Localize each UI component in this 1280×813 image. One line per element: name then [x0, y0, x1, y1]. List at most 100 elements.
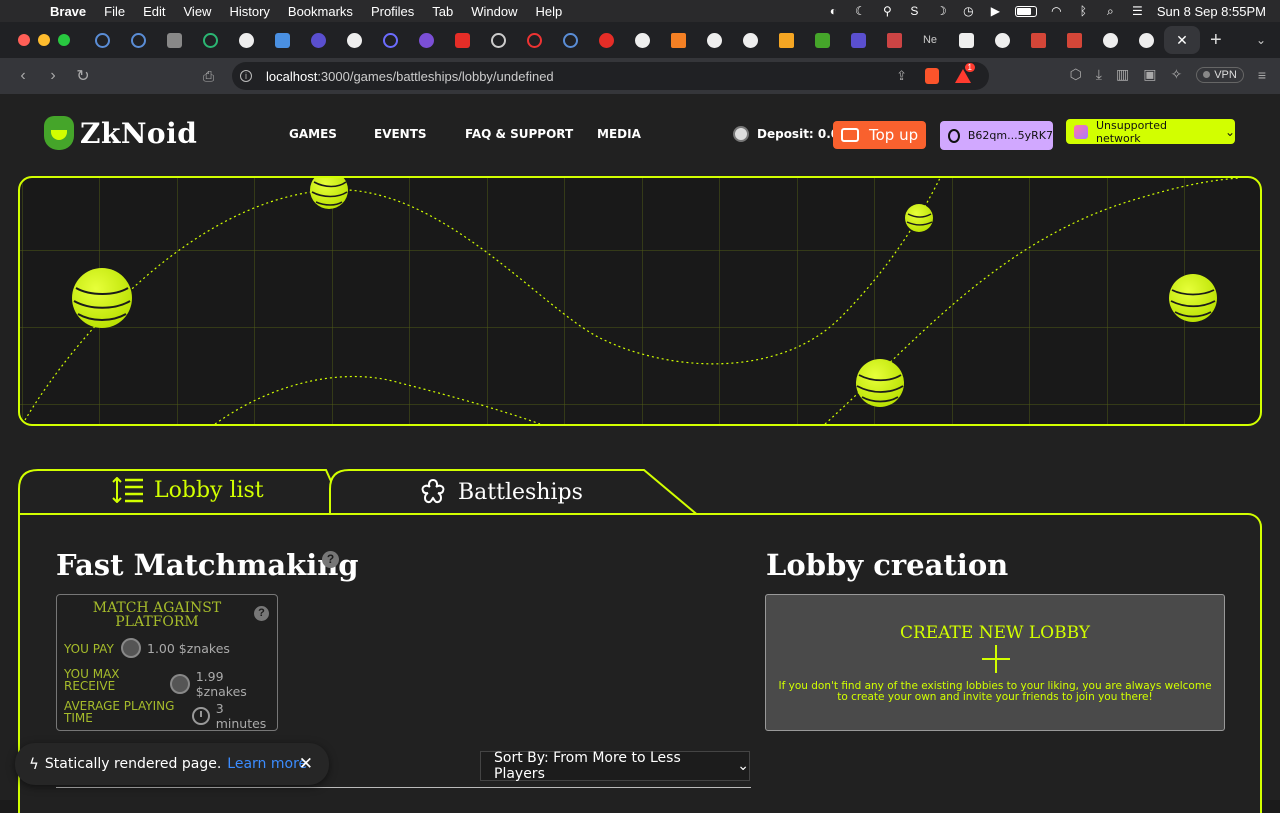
share-icon[interactable]: ⇪	[896, 68, 907, 84]
tab[interactable]	[480, 26, 516, 54]
tab[interactable]	[1056, 26, 1092, 54]
tab[interactable]	[300, 26, 336, 54]
tab[interactable]	[588, 26, 624, 54]
moon-icon[interactable]: ☾	[853, 4, 868, 18]
hero-grid-illustration	[20, 178, 1260, 424]
zknoid-logo[interactable]: ZkNoid	[44, 116, 197, 150]
menu-help[interactable]: Help	[536, 4, 563, 19]
match-help-icon[interactable]: ?	[254, 606, 269, 621]
learn-more-link[interactable]: Learn more	[227, 756, 307, 772]
chevron-down-icon: ⌄	[1224, 124, 1235, 139]
tab[interactable]	[840, 26, 876, 54]
sort-dropdown[interactable]: Sort By: From More to Less Players ⌄	[480, 750, 750, 782]
tab[interactable]	[84, 26, 120, 54]
close-window-icon[interactable]	[18, 34, 30, 46]
do-not-disturb-icon[interactable]: ☽	[934, 4, 949, 18]
tool-icon[interactable]: ⚲	[880, 4, 895, 18]
tab-lobby-list[interactable]: Lobby list	[18, 469, 348, 517]
tab[interactable]	[1020, 26, 1056, 54]
tab[interactable]	[1092, 26, 1128, 54]
nav-media[interactable]: MEDIA	[597, 127, 641, 141]
tab[interactable]	[552, 26, 588, 54]
fast-matchmaking-help-icon[interactable]: ?	[322, 551, 339, 568]
tab[interactable]	[516, 26, 552, 54]
toolbar-right-icons: ⬡ ⤓ ▥ ▣ ✧ VPN ≡	[1070, 66, 1266, 83]
close-icon[interactable]: ✕	[299, 754, 313, 774]
bluetooth-icon[interactable]: ᛒ	[1076, 4, 1091, 18]
menubar-datetime[interactable]: Sun 8 Sep 8:55PM	[1157, 4, 1266, 19]
menu-edit[interactable]: Edit	[143, 4, 165, 19]
time-machine-icon[interactable]: ◷	[961, 4, 976, 18]
tab[interactable]	[120, 26, 156, 54]
menu-window[interactable]: Window	[471, 4, 517, 19]
address-bar[interactable]: i localhost:3000/games/battleships/lobby…	[232, 62, 989, 90]
tab[interactable]	[156, 26, 192, 54]
coin-icon	[733, 126, 749, 142]
tab[interactable]	[192, 26, 228, 54]
site-info-icon[interactable]: i	[240, 70, 252, 82]
tab-list-chevron-icon[interactable]: ⌄	[1256, 33, 1266, 47]
tab[interactable]	[444, 26, 480, 54]
back-arrow-icon[interactable]: ‹	[16, 67, 30, 85]
tab[interactable]	[1128, 26, 1164, 54]
skype-icon[interactable]: S	[907, 4, 922, 18]
account-button[interactable]: B62qm...5yRK7	[940, 121, 1053, 150]
nav-events[interactable]: EVENTS	[374, 127, 427, 141]
tab[interactable]	[228, 26, 264, 54]
menu-history[interactable]: History	[229, 4, 269, 19]
menu-profiles[interactable]: Profiles	[371, 4, 414, 19]
bookmark-icon[interactable]: ⎙	[203, 68, 214, 85]
leo-ai-icon[interactable]: ✧	[1170, 66, 1182, 83]
tab[interactable]	[660, 26, 696, 54]
new-tab-button[interactable]: +	[1210, 29, 1222, 52]
minimize-window-icon[interactable]	[38, 34, 50, 46]
create-new-lobby-card[interactable]: CREATE NEW LOBBY If you don't find any o…	[765, 594, 1225, 731]
tab[interactable]	[948, 26, 984, 54]
network-selector[interactable]: Unsupported network ⌄	[1066, 119, 1235, 145]
search-icon[interactable]: ⌕	[1103, 4, 1118, 18]
match-against-platform-card[interactable]: MATCH AGAINST PLATFORM ? YOU PAY 1.00 $z…	[56, 594, 278, 731]
zoom-window-icon[interactable]	[58, 34, 70, 46]
tab[interactable]: Ne	[912, 26, 948, 54]
tab[interactable]	[732, 26, 768, 54]
reload-icon[interactable]: ↻	[76, 66, 90, 86]
battery-icon[interactable]	[1014, 5, 1037, 17]
vpn-button[interactable]: VPN	[1196, 66, 1244, 83]
browser-toolbar: ‹ › ↻ ⎙ i localhost:3000/games/battleshi…	[0, 58, 1280, 94]
tab[interactable]	[876, 26, 912, 54]
forward-arrow-icon[interactable]: ›	[46, 67, 60, 85]
clock-icon	[192, 707, 210, 725]
tab[interactable]	[408, 26, 444, 54]
tab[interactable]	[768, 26, 804, 54]
menu-view[interactable]: View	[184, 4, 212, 19]
tab[interactable]	[804, 26, 840, 54]
tab-battleships[interactable]: Battleships	[329, 469, 701, 517]
downloads-icon[interactable]: ⤓	[1096, 66, 1102, 83]
control-center-icon[interactable]: ☰	[1130, 4, 1145, 18]
nav-games[interactable]: GAMES	[289, 127, 337, 141]
extensions-icon[interactable]: ⬡	[1070, 66, 1082, 83]
menu-app-name[interactable]: Brave	[50, 4, 86, 19]
ball-small	[905, 204, 933, 232]
menu-tab[interactable]: Tab	[432, 4, 453, 19]
wifi-icon[interactable]: ◠	[1049, 4, 1064, 18]
tab[interactable]	[624, 26, 660, 54]
tab[interactable]	[336, 26, 372, 54]
brave-shields-icon[interactable]	[925, 68, 939, 84]
wallet-icon[interactable]: ▣	[1143, 66, 1156, 83]
menu-bookmarks[interactable]: Bookmarks	[288, 4, 353, 19]
active-tab-close-icon[interactable]: ✕	[1164, 26, 1200, 54]
app-status-icon[interactable]: ◐	[826, 4, 841, 18]
tab[interactable]	[696, 26, 732, 54]
sidebar-icon[interactable]: ▥	[1116, 66, 1129, 83]
menu-file[interactable]: File	[104, 4, 125, 19]
tab[interactable]	[372, 26, 408, 54]
network-icon	[1074, 124, 1088, 139]
wallet-icon	[841, 128, 859, 142]
browser-menu-icon[interactable]: ≡	[1258, 67, 1266, 83]
play-icon[interactable]: ▶	[988, 4, 1003, 18]
nav-faq-support[interactable]: FAQ & SUPPORT	[465, 127, 573, 141]
top-up-button[interactable]: Top up	[833, 121, 926, 149]
tab[interactable]	[984, 26, 1020, 54]
tab[interactable]	[264, 26, 300, 54]
